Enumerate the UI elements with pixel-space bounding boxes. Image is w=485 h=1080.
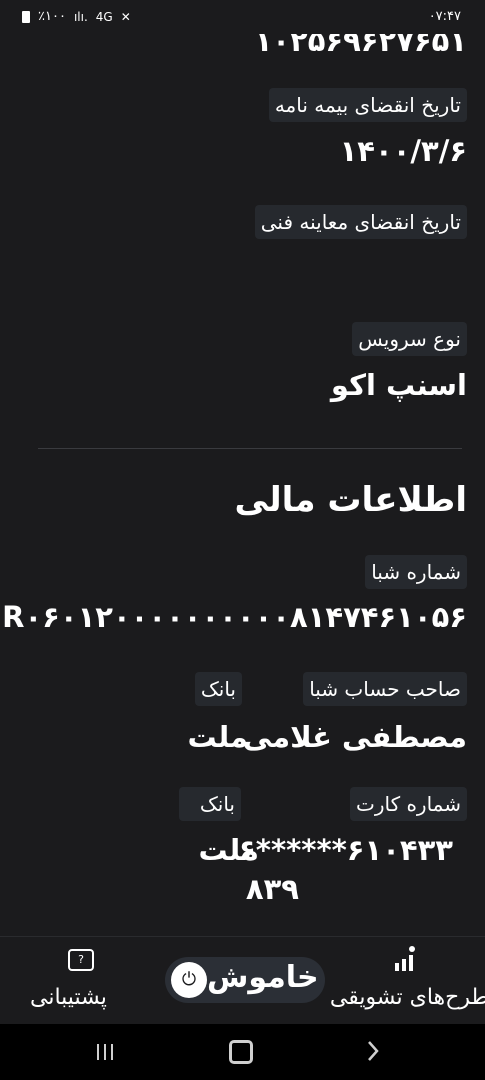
sheba-holder-label: صاحب حساب شبا <box>303 672 467 706</box>
financial-section-title: اطلاعات مالی <box>234 480 467 520</box>
status-icons: ٪۱۰۰ ılı. 4G ✕ <box>22 9 131 24</box>
network-type: 4G <box>95 9 113 24</box>
battery-level: ٪۱۰۰ <box>38 9 66 24</box>
inspection-expiry-label: تاریخ انقضای معاینه فنی <box>254 205 467 239</box>
insurance-expiry-label: تاریخ انقضای بیمه نامه <box>268 88 467 122</box>
sheba-label: شماره شبا <box>365 555 467 589</box>
recents-icon[interactable] <box>94 1041 116 1063</box>
card-number-value: ۶۱۰۴۳۳******۶ <box>238 833 453 867</box>
sheba-value: IR۰۶۰۱۲۰۰۰۰۰۰۰۰۰۰۸۱۴۷۴۶۱۰۵۶ <box>0 600 467 634</box>
card-number-label: شماره کارت <box>349 787 467 821</box>
card-number-value-cont: ۸۳۹ <box>245 872 299 906</box>
bottom-nav: ? پشتیبانی ⏻ خاموش طرح‌های تشویقی <box>0 936 485 1025</box>
card-bank-value: ملت <box>198 833 260 867</box>
signal-icon: ılı. <box>73 9 88 24</box>
bank-value: ملت <box>187 720 249 754</box>
clock: ۰۷:۴۷ <box>428 9 461 24</box>
mute-icon: ✕ <box>120 9 131 24</box>
toggle-label: خاموش <box>207 960 319 995</box>
incentive-chart-icon <box>395 946 415 971</box>
service-type-label: نوع سرویس <box>352 322 467 356</box>
insurance-expiry-value: ۱۴۰۰/۳/۶ <box>339 134 467 168</box>
online-toggle[interactable]: ⏻ خاموش <box>165 957 325 1003</box>
support-label: پشتیبانی <box>30 985 107 1010</box>
support-icon: ? <box>68 949 94 971</box>
promotions-label: طرح‌های تشویقی <box>329 985 485 1010</box>
battery-icon <box>22 10 30 23</box>
bank-label: بانک <box>194 672 242 706</box>
home-icon[interactable] <box>229 1040 253 1064</box>
back-icon[interactable] <box>366 1039 380 1063</box>
driver-profile-content: ۱۰۲۵۶۹۶۲۷۶۵۱ تاریخ انقضای بیمه نامه ۱۴۰۰… <box>0 34 485 936</box>
system-nav-bar <box>0 1024 485 1080</box>
divider <box>38 448 462 449</box>
power-icon: ⏻ <box>171 962 207 998</box>
status-bar: ٪۱۰۰ ılı. 4G ✕ ۰۷:۴۷ <box>0 0 485 34</box>
sheba-holder-value: مصطفی غلامی <box>242 720 467 754</box>
partial-value: ۱۰۲۵۶۹۶۲۷۶۵۱ <box>254 34 467 58</box>
service-type-value: اسنپ اکو <box>330 368 467 402</box>
card-bank-label: بانک <box>179 787 241 821</box>
